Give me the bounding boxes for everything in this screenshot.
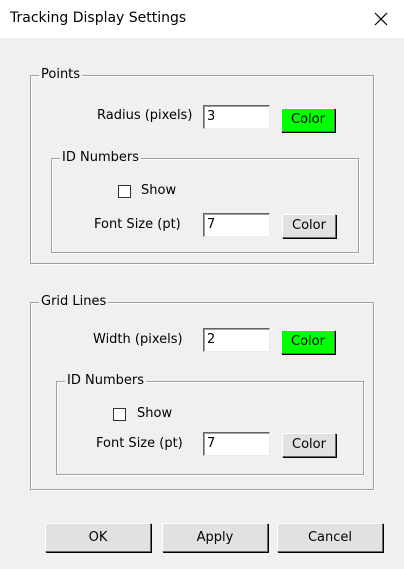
ok-button[interactable]: OK (45, 523, 151, 552)
grid-color-button[interactable]: Color (281, 330, 335, 354)
points-id-numbers-group: ID Numbers Show Font Size (pt) 7 Color (51, 150, 359, 253)
dialog-window: Tracking Display Settings Points Radius … (0, 0, 404, 569)
points-font-size-input[interactable]: 7 (203, 213, 270, 237)
points-show-label: Show (141, 183, 177, 198)
grid-show-label: Show (137, 406, 173, 421)
grid-id-numbers-group: ID Numbers Show Font Size (pt) 7 Color (56, 373, 364, 475)
grid-lines-group-legend: Grid Lines (39, 294, 109, 310)
points-color-button[interactable]: Color (281, 108, 335, 132)
window-title: Tracking Display Settings (10, 10, 187, 26)
points-group: Points Radius (pixels) 3 Color ID Number… (30, 67, 374, 264)
radius-label: Radius (pixels) (97, 108, 193, 123)
grid-font-size-input[interactable]: 7 (203, 432, 270, 456)
radius-input[interactable]: 3 (203, 105, 270, 129)
grid-lines-group: Grid Lines Width (pixels) 2 Color ID Num… (30, 294, 374, 490)
width-label: Width (pixels) (93, 332, 183, 347)
grid-id-color-button[interactable]: Color (282, 433, 336, 457)
apply-button[interactable]: Apply (162, 523, 268, 552)
grid-show-checkbox[interactable] (113, 408, 126, 421)
points-id-color-button[interactable]: Color (282, 214, 336, 238)
grid-font-size-label: Font Size (pt) (96, 436, 183, 451)
points-id-numbers-legend: ID Numbers (60, 150, 141, 166)
close-icon (374, 12, 388, 26)
width-input[interactable]: 2 (203, 328, 270, 352)
cancel-button[interactable]: Cancel (277, 523, 383, 552)
close-button[interactable] (358, 0, 404, 38)
title-bar: Tracking Display Settings (0, 0, 404, 38)
points-show-checkbox[interactable] (118, 185, 131, 198)
grid-id-numbers-legend: ID Numbers (65, 373, 146, 389)
points-font-size-label: Font Size (pt) (94, 217, 181, 232)
points-group-legend: Points (39, 67, 83, 83)
